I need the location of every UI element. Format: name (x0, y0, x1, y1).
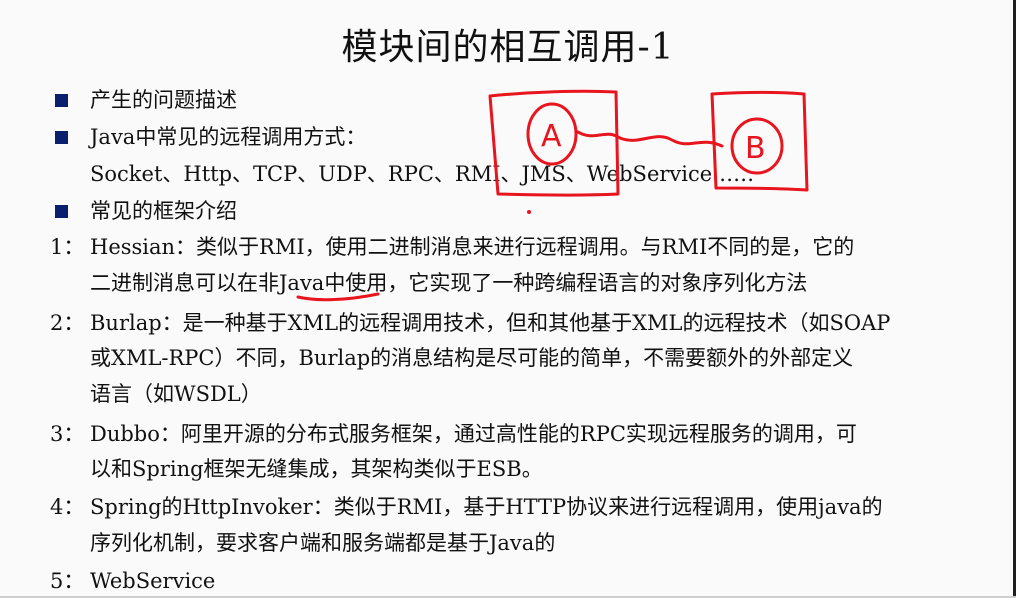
handwritten-annotation: A B (296, 89, 809, 302)
annotation-underline (296, 292, 380, 302)
annotation-dot (527, 210, 531, 214)
annotation-letter-a: A (541, 119, 562, 154)
annotation-connector (576, 130, 724, 148)
annotation-letter-b: B (745, 131, 766, 166)
